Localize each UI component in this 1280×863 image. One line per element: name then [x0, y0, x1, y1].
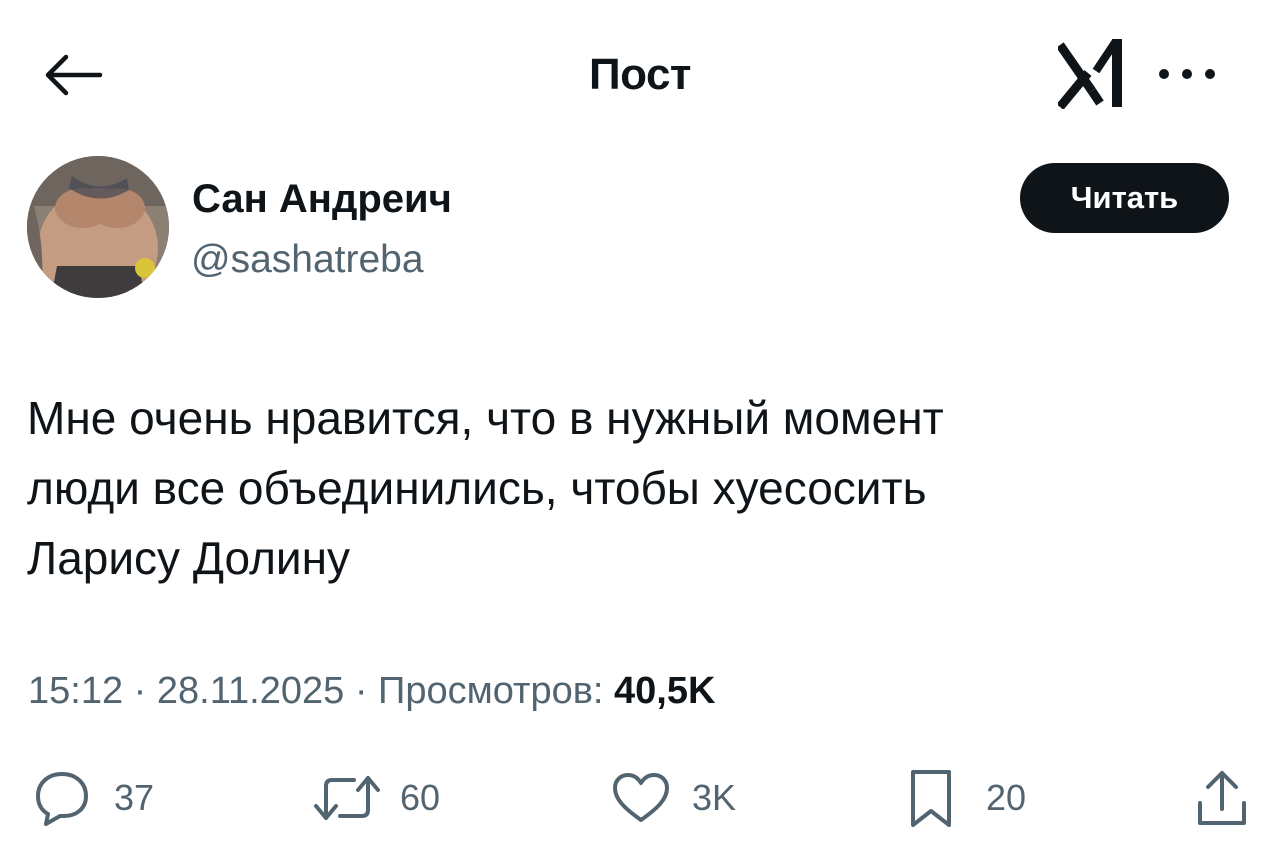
repost-count: 60: [400, 777, 441, 818]
share-icon: [1194, 767, 1250, 829]
post-text: Мне очень нравится, что в нужный момент …: [27, 383, 1247, 593]
meta-separator: ·: [133, 670, 157, 712]
heart-icon: [610, 768, 672, 828]
avatar[interactable]: [27, 156, 169, 298]
views-label: Просмотров:: [378, 670, 604, 712]
author-display-name[interactable]: Сан Андреич: [192, 177, 452, 222]
reply-icon: [32, 768, 92, 828]
reply-button[interactable]: 37: [32, 766, 154, 830]
post-text-line: Мне очень нравится, что в нужный момент: [27, 392, 944, 444]
bookmark-button[interactable]: 20: [906, 766, 1026, 830]
more-dots-icon: [1152, 69, 1222, 100]
x-logo-icon: [1056, 37, 1128, 110]
post-text-line: люди все объединились, чтобы хуесосить: [27, 462, 927, 514]
post-page: Пост Сан Андреич @sashatreba Читать Мне …: [0, 0, 1280, 863]
like-count: 3K: [692, 777, 737, 818]
views-count: 40,5K: [614, 670, 716, 712]
post-text-line: Ларису Долину: [27, 532, 351, 584]
repost-button[interactable]: 60: [312, 766, 440, 830]
post-time[interactable]: 15:12: [28, 670, 123, 712]
more-options-button[interactable]: [1152, 52, 1222, 96]
repost-icon: [312, 768, 382, 828]
like-button[interactable]: 3K: [610, 766, 736, 830]
bookmark-count: 20: [986, 777, 1027, 818]
meta-separator: ·: [354, 670, 379, 712]
bookmark-icon: [906, 767, 956, 829]
reply-count: 37: [114, 777, 155, 818]
post-date[interactable]: 28.11.2025: [157, 670, 344, 712]
follow-button[interactable]: Читать: [1020, 163, 1229, 233]
post-meta: 15:12 · 28.11.2025 · Просмотров: 40,5K: [28, 670, 715, 713]
author-handle[interactable]: @sashatreba: [191, 238, 424, 282]
share-button[interactable]: [1194, 766, 1250, 830]
